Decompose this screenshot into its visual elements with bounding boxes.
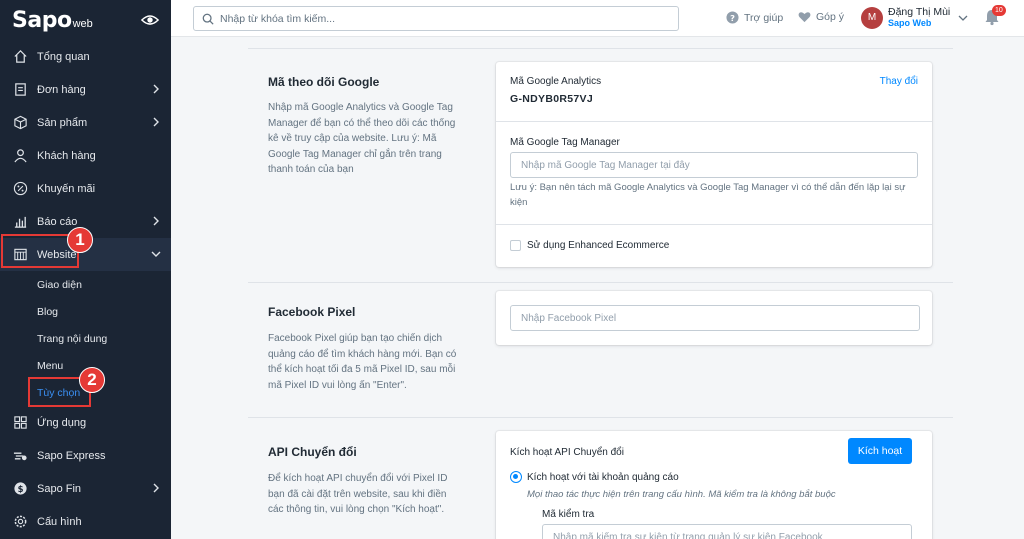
sidebar-item-label: Khuyến mãi [37, 182, 96, 195]
gtm-field[interactable] [510, 152, 918, 178]
user-info: Đặng Thị Mùi Sapo Web [888, 6, 950, 29]
logo-text: Sapo [12, 7, 72, 33]
google-section-title: Mã theo dõi Google [268, 75, 380, 89]
sidebar-item-settings[interactable]: Cấu hình [0, 505, 171, 538]
help-label: Trợ giúp [744, 11, 784, 24]
gtm-label: Mã Google Tag Manager [510, 137, 620, 148]
test-code-label: Mã kiểm tra [542, 509, 595, 520]
feedback-label: Góp ý [816, 11, 845, 23]
search-icon [202, 13, 214, 25]
logo-row: Sapo web [0, 0, 171, 40]
facebook-pixel-field[interactable] [510, 305, 920, 331]
shop-name: Sapo Web [888, 18, 932, 28]
sidebar-item-customers[interactable]: Khách hàng [0, 139, 171, 172]
home-icon [12, 49, 28, 65]
api-section-desc: Để kích hoạt API chuyển đổi với Pixel ID… [268, 473, 448, 515]
api-card: Kích hoạt API Chuyển đổi Kích hoạt Kích … [496, 431, 932, 539]
sidebar-item-promotions[interactable]: Khuyến mãi [0, 172, 171, 205]
sidebar: Sapo web Tổng quan Đơn hàng Sản phẩm Khá… [0, 0, 171, 539]
activate-button[interactable]: Kích hoạt [848, 438, 912, 464]
facebook-section-title: Facebook Pixel [268, 305, 356, 319]
callout-2: 2 [79, 367, 105, 393]
sidebar-subitem-pages[interactable]: Trang nội dung [0, 325, 171, 352]
test-code-input[interactable] [543, 525, 911, 539]
sidebar-item-label: Báo cáo [37, 215, 78, 228]
google-section-desc: Nhập mã Google Analytics và Google Tag M… [268, 102, 456, 175]
callout-1: 1 [67, 227, 93, 253]
test-code-field[interactable] [542, 524, 912, 539]
avatar: M [861, 6, 883, 29]
topbar: ? Trợ giúp Góp ý M Đặng Thị Mùi Sapo Web… [171, 0, 1024, 37]
section-divider [248, 282, 953, 283]
chevron-right-icon [153, 216, 159, 226]
google-card: Mã Google Analytics G-NDYB0R57VJ Thay đổ… [496, 62, 932, 267]
ga-label: Mã Google Analytics [510, 76, 602, 87]
eye-icon[interactable] [141, 11, 159, 29]
facebook-section-desc: Facebook Pixel giúp bạn tạo chiến dịch q… [268, 333, 457, 391]
fin-icon: $ [12, 481, 28, 497]
sidebar-item-label: Đơn hàng [37, 83, 86, 96]
ad-account-radio-label: Kích hoạt với tài khoản quảng cáo [527, 472, 679, 483]
user-name: Đặng Thị Mùi [888, 6, 951, 18]
api-activate-label: Kích hoạt API Chuyển đổi [510, 447, 624, 458]
box-icon [12, 115, 28, 131]
sidebar-item-sapo-fin[interactable]: $ Sapo Fin [0, 472, 171, 505]
percent-icon [12, 181, 28, 197]
ga-value: G-NDYB0R57VJ [510, 93, 593, 105]
sidebar-item-products[interactable]: Sản phẩm [0, 106, 171, 139]
section-divider [248, 48, 953, 49]
sidebar-item-label: Sản phẩm [37, 116, 88, 129]
orders-icon [12, 82, 28, 98]
sidebar-item-overview[interactable]: Tổng quan [0, 40, 171, 73]
card-divider [496, 224, 932, 225]
sidebar-item-apps[interactable]: Ứng dụng [0, 406, 171, 439]
sapo-logo[interactable]: Sapo web [12, 8, 93, 33]
user-menu[interactable]: M Đặng Thị Mùi Sapo Web [861, 6, 968, 29]
sidebar-item-label: Khách hàng [37, 149, 96, 162]
search-box[interactable] [193, 6, 679, 31]
gtm-note: Lưu ý: Bạn nên tách mã Google Analytics … [510, 182, 906, 208]
chevron-right-icon [153, 117, 159, 127]
sidebar-item-orders[interactable]: Đơn hàng [0, 73, 171, 106]
apps-icon [12, 415, 28, 431]
change-link[interactable]: Thay đổi [880, 76, 918, 87]
sidebar-item-label: Ứng dụng [37, 416, 87, 429]
ad-account-note: Mọi thao tác thực hiện trên trang cấu hì… [527, 489, 836, 500]
sidebar-subitem-blog[interactable]: Blog [0, 298, 171, 325]
user-icon [12, 148, 28, 164]
sidebar-item-sapo-express[interactable]: Sapo Express [0, 439, 171, 472]
gear-icon [12, 514, 28, 530]
sidebar-item-label: Sapo Express [37, 449, 106, 462]
heart-icon [798, 12, 811, 23]
facebook-pixel-input[interactable] [511, 306, 919, 330]
enhanced-ecommerce-checkbox[interactable] [510, 240, 521, 251]
help-icon: ? [726, 11, 739, 24]
chart-icon [12, 214, 28, 230]
chevron-down-icon [958, 15, 968, 21]
enhanced-ecommerce-label: Sử dụng Enhanced Ecommerce [527, 240, 670, 251]
chevron-right-icon [153, 84, 159, 94]
chevron-right-icon [153, 483, 159, 493]
card-divider [496, 121, 932, 122]
help-link[interactable]: ? Trợ giúp [726, 11, 783, 24]
sidebar-item-label: Sapo Fin [37, 482, 82, 495]
section-divider [248, 417, 953, 418]
ad-account-radio[interactable] [510, 471, 522, 483]
feedback-link[interactable]: Góp ý [798, 11, 844, 23]
chevron-down-icon [151, 251, 161, 257]
sidebar-item-label: Tổng quan [37, 50, 90, 63]
svg-text:$: $ [17, 484, 23, 494]
gtm-input[interactable] [511, 153, 917, 177]
notification-count: 10 [992, 5, 1006, 16]
svg-text:?: ? [730, 13, 735, 23]
logo-sub-text: web [72, 17, 93, 30]
api-section-title: API Chuyển đổi [268, 445, 357, 459]
sidebar-subitem-theme[interactable]: Giao diện [0, 271, 171, 298]
express-icon [12, 448, 28, 464]
facebook-card [496, 291, 932, 345]
search-input[interactable] [220, 12, 660, 25]
sidebar-item-label: Cấu hình [37, 515, 82, 528]
